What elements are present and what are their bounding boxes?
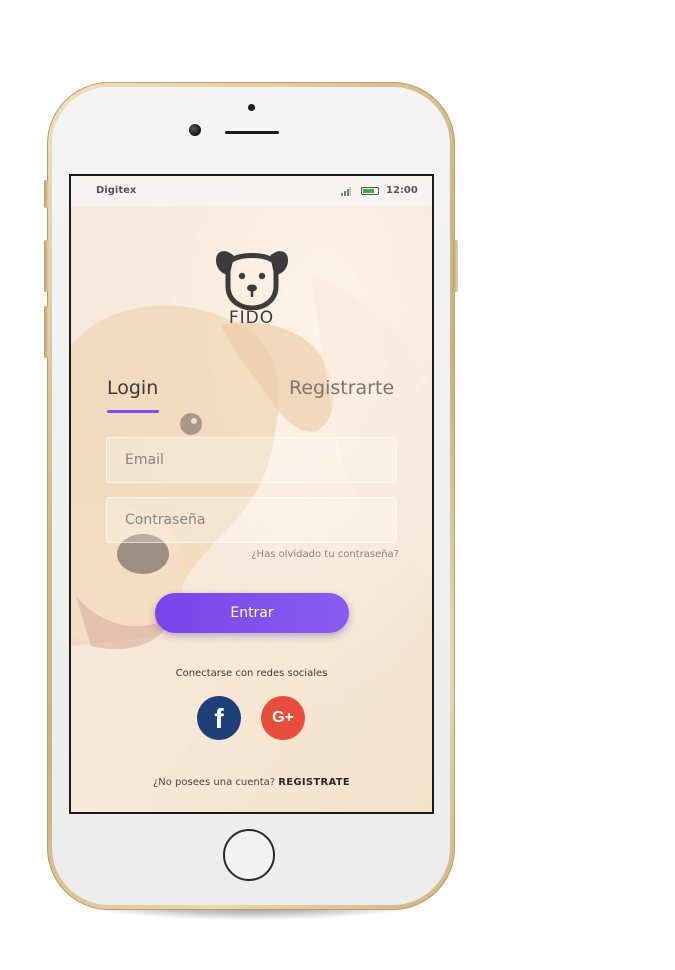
signup-prompt-text: ¿No posees una cuenta? bbox=[152, 777, 276, 788]
password-field[interactable] bbox=[106, 497, 397, 543]
active-tab-indicator bbox=[107, 410, 159, 413]
home-button[interactable] bbox=[223, 829, 275, 881]
mute-switch bbox=[44, 180, 49, 208]
login-button[interactable]: Entrar bbox=[155, 593, 349, 633]
dog-face-icon bbox=[216, 251, 288, 310]
signup-link[interactable]: REGISTRATE bbox=[278, 777, 350, 788]
battery-icon bbox=[361, 187, 379, 195]
status-time: 12:00 bbox=[386, 185, 418, 196]
volume-down-button bbox=[44, 306, 49, 358]
social-login-label: Conectarse con redes sociales bbox=[175, 668, 328, 679]
front-camera bbox=[189, 124, 201, 136]
forgot-password-link[interactable]: ¿Has olvidado tu contraseña? bbox=[251, 549, 399, 560]
power-button bbox=[453, 240, 458, 292]
facebook-login-button[interactable]: f bbox=[197, 696, 241, 740]
tab-login[interactable]: Login bbox=[107, 377, 158, 399]
email-field[interactable] bbox=[106, 437, 397, 483]
signup-prompt: ¿No posees una cuenta? REGISTRATE bbox=[71, 777, 432, 788]
phone-screen: Digitex 12:00 FIDO Login Registrarte ¿Ha… bbox=[69, 174, 434, 814]
signal-icon bbox=[341, 187, 351, 196]
carrier-name: Digitex bbox=[96, 185, 137, 196]
brand-name: FIDO bbox=[228, 308, 275, 328]
tab-register[interactable]: Registrarte bbox=[289, 377, 394, 399]
google-plus-login-button[interactable]: G+ bbox=[261, 696, 305, 740]
proximity-sensor bbox=[248, 104, 255, 111]
status-bar: Digitex 12:00 bbox=[71, 176, 432, 206]
earpiece-speaker bbox=[225, 131, 279, 134]
volume-up-button bbox=[44, 240, 49, 292]
